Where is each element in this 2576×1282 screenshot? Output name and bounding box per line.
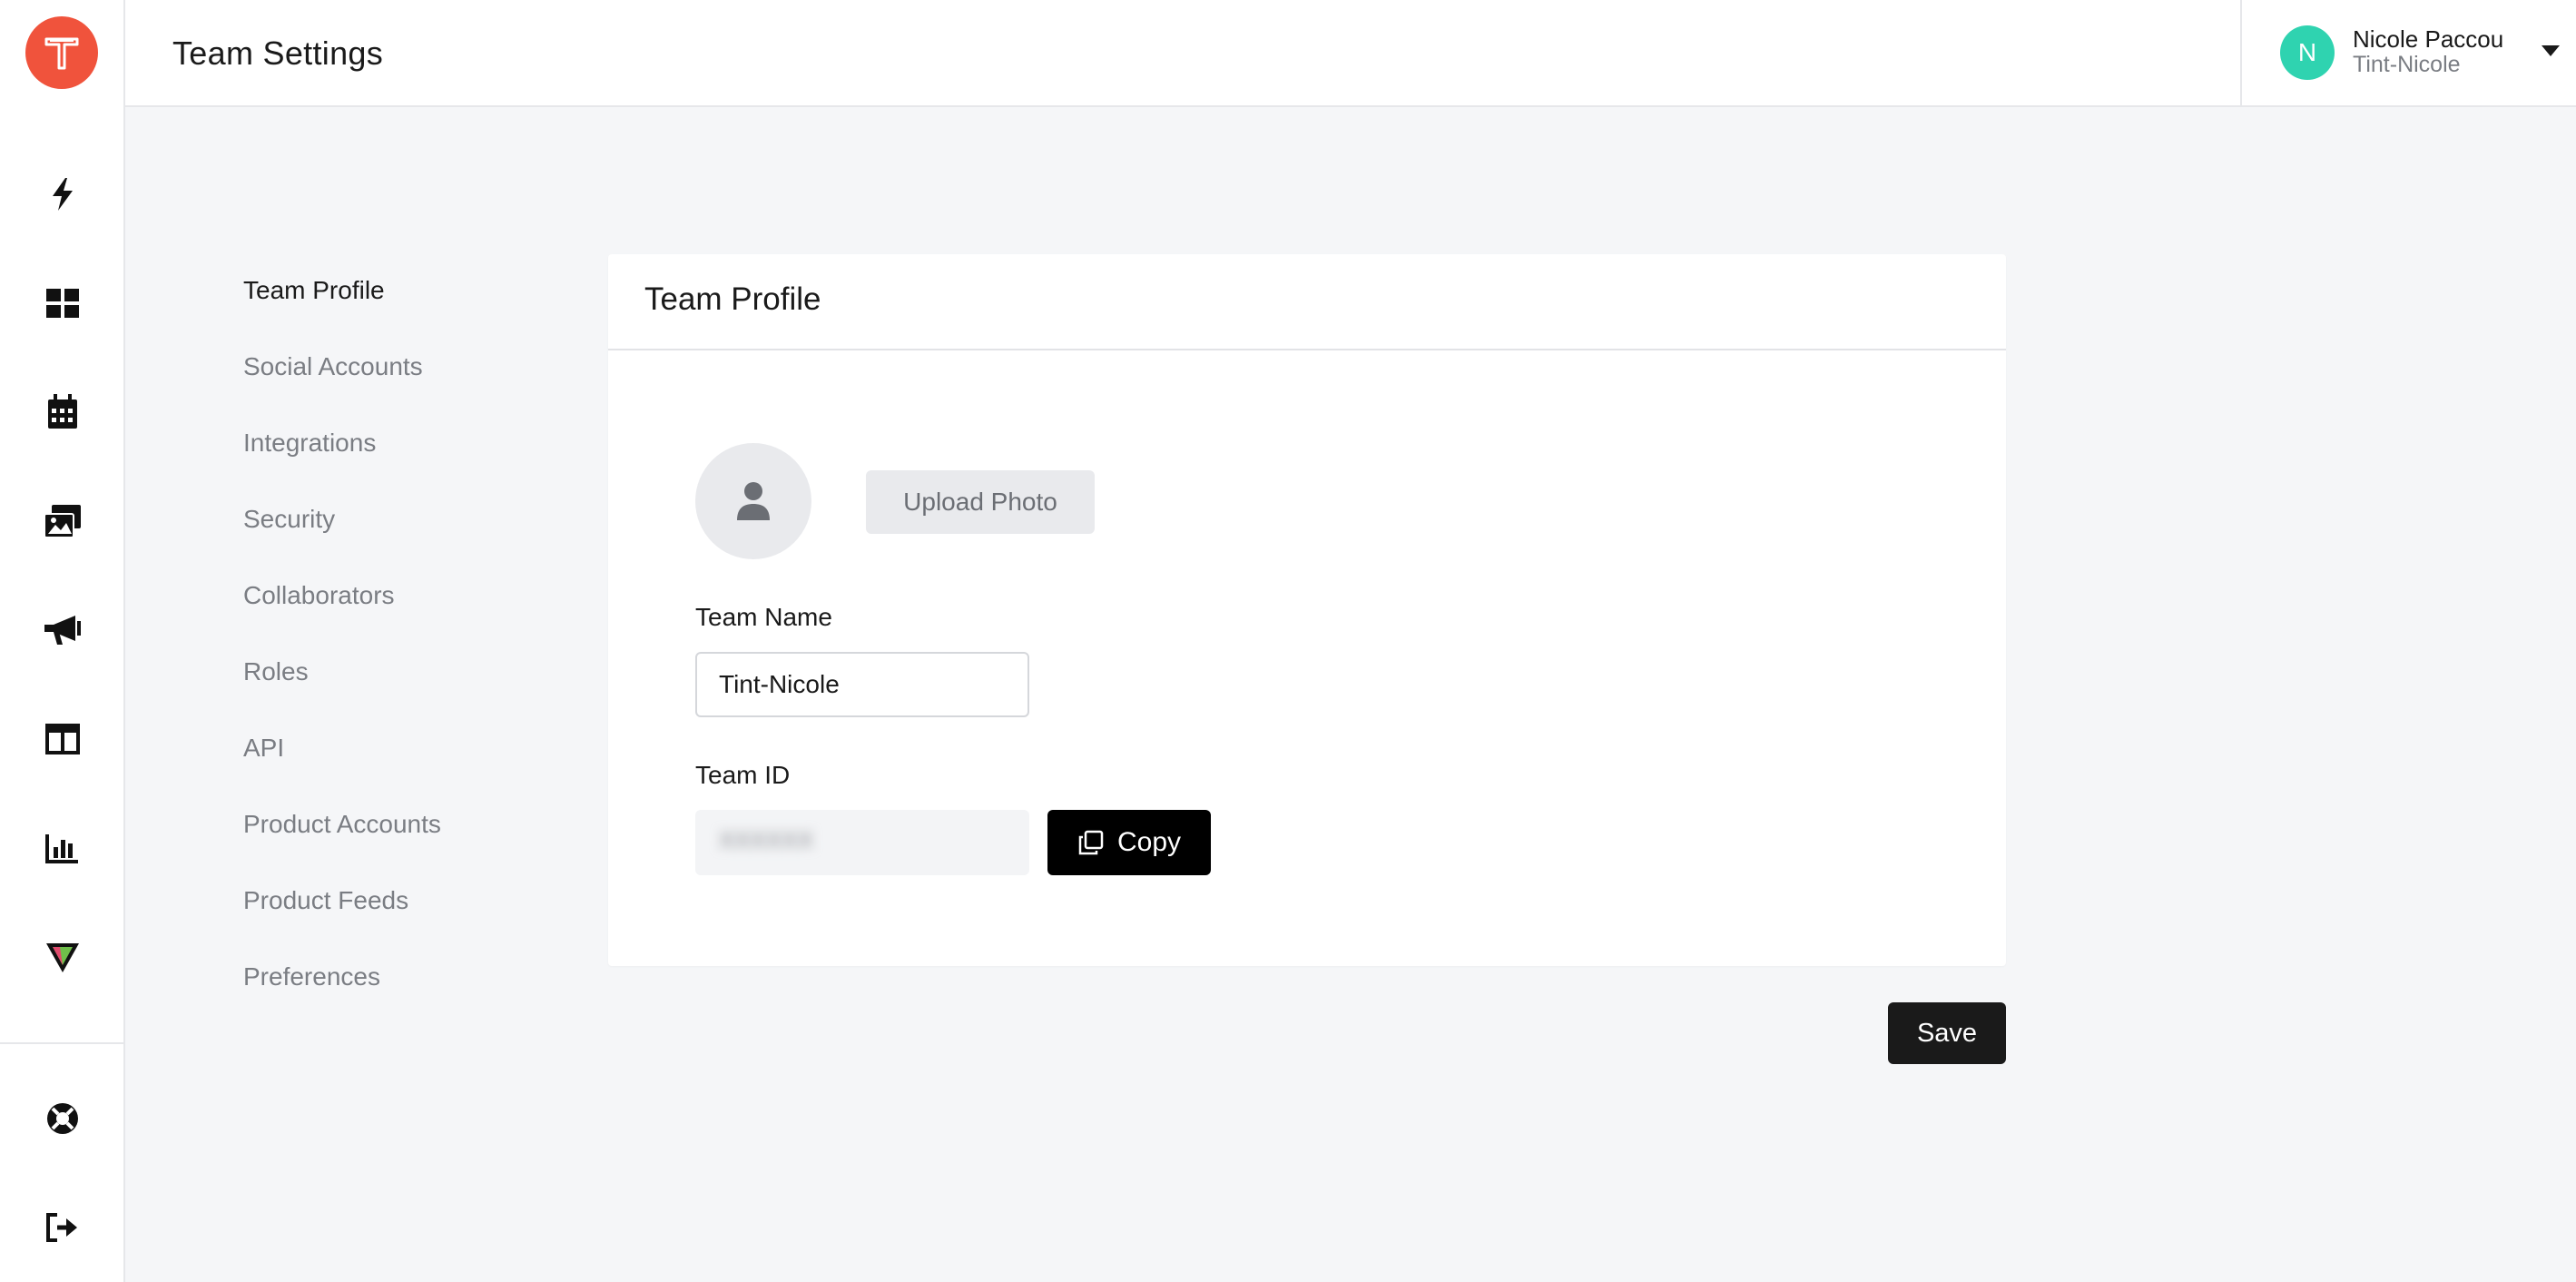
settings-nav-preferences[interactable]: Preferences: [243, 950, 552, 1026]
card-header: Team Profile: [608, 254, 2006, 350]
user-silhouette-icon: [737, 482, 770, 520]
app-rail: [0, 0, 125, 1282]
user-name: Nicole Paccou: [2353, 25, 2504, 53]
app-logo[interactable]: [25, 16, 98, 89]
settings-nav-collaborators[interactable]: Collaborators: [243, 568, 552, 645]
chevron-down-icon[interactable]: [2542, 45, 2560, 56]
upload-photo-button[interactable]: Upload Photo: [866, 470, 1095, 534]
page-title: Team Settings: [172, 35, 384, 72]
avatar: N: [2280, 25, 2335, 80]
user-menu[interactable]: N Nicole Paccou Tint-Nicole: [2240, 0, 2576, 107]
vibe-logo-icon[interactable]: [32, 926, 93, 988]
settings-nav-roles[interactable]: Roles: [243, 645, 552, 721]
team-profile-card: Team Profile Upload Photo Team Name Team…: [608, 254, 2006, 966]
media-gallery-icon[interactable]: [32, 490, 93, 552]
team-id-label: Team ID: [695, 761, 791, 789]
settings-nav-api[interactable]: API: [243, 721, 552, 797]
team-name-label: Team Name: [695, 603, 832, 631]
tint-logo-icon: [44, 37, 79, 70]
team-name-input[interactable]: [695, 652, 1029, 717]
settings-nav-product-accounts[interactable]: Product Accounts: [243, 797, 552, 873]
card-title: Team Profile: [644, 281, 821, 317]
team-avatar-placeholder: [695, 443, 811, 559]
bolt-icon[interactable]: [32, 163, 93, 225]
top-header: Team Settings N Nicole Paccou Tint-Nicol…: [125, 0, 2576, 107]
copy-label: Copy: [1116, 827, 1182, 857]
analytics-bar-chart-icon[interactable]: [32, 817, 93, 879]
save-button[interactable]: Save: [1888, 1002, 2006, 1064]
team-id-field: XXXXXX: [695, 810, 1029, 875]
settings-nav-team-profile[interactable]: Team Profile: [243, 263, 552, 340]
dashboard-grid-icon[interactable]: [32, 272, 93, 334]
layout-columns-icon[interactable]: [32, 708, 93, 770]
settings-nav: Team Profile Social Accounts Integration…: [243, 263, 552, 1026]
megaphone-icon[interactable]: [32, 599, 93, 661]
settings-nav-security[interactable]: Security: [243, 492, 552, 568]
settings-nav-social-accounts[interactable]: Social Accounts: [243, 340, 552, 416]
support-lifebuoy-icon[interactable]: [32, 1088, 93, 1149]
copy-icon: [1078, 830, 1104, 855]
calendar-icon[interactable]: [32, 381, 93, 443]
user-team-name: Tint-Nicole: [2353, 52, 2461, 77]
settings-nav-integrations[interactable]: Integrations: [243, 416, 552, 492]
copy-team-id-button[interactable]: Copy: [1047, 810, 1211, 875]
settings-nav-product-feeds[interactable]: Product Feeds: [243, 873, 552, 950]
logout-icon[interactable]: [32, 1197, 93, 1258]
team-id-value: XXXXXX: [719, 826, 814, 853]
rail-divider: [0, 1042, 125, 1044]
